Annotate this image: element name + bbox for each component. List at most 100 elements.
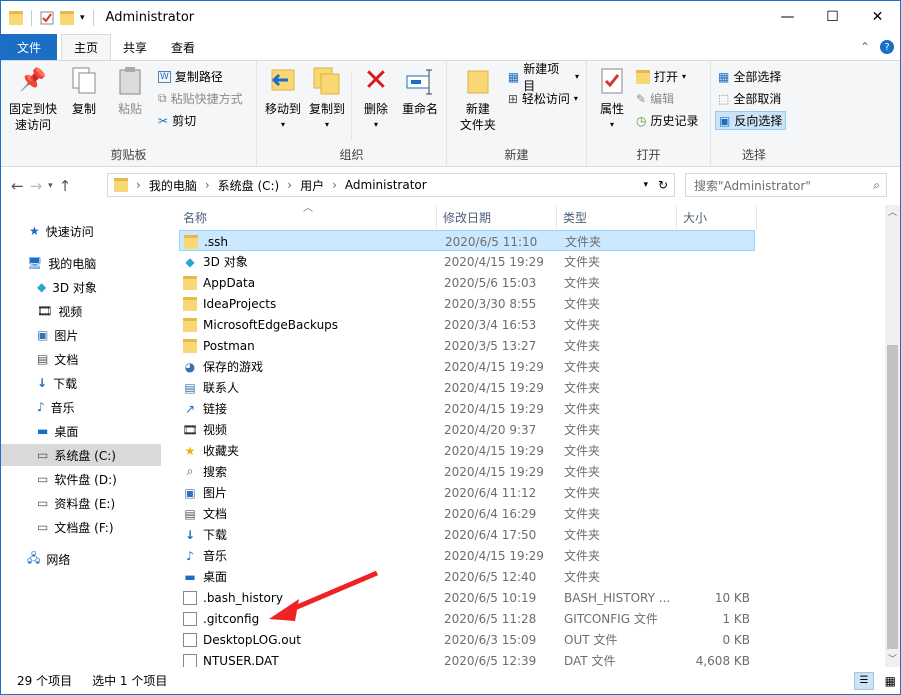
file-row[interactable]: DesktopLOG.out 2020/6/3 15:09 OUT 文件 0 KB: [179, 629, 755, 650]
folder-icon: [183, 317, 197, 332]
tab-view[interactable]: 查看: [159, 34, 207, 60]
sidebar-item-downloads[interactable]: ↓ 下载: [1, 372, 161, 394]
ribbon: 📌 固定到快 速访问 复制 粘贴 W 复制路径 ⧉ 粘贴快捷方式 ✂ 剪切 剪贴板 移…: [1, 60, 900, 167]
paste-shortcut-button[interactable]: ⧉ 粘贴快捷方式: [155, 89, 246, 108]
file-row[interactable]: ★ 收藏夹 2020/4/15 19:29 文件夹: [179, 440, 755, 461]
search-input[interactable]: 搜索"Administrator" ⌕: [685, 173, 887, 197]
sidebar-item-drive-c[interactable]: ▭ 系统盘 (C:): [1, 444, 161, 466]
file-row[interactable]: ♪ 音乐 2020/4/15 19:29 文件夹: [179, 545, 755, 566]
sidebar-item-desktop[interactable]: ▬ 桌面: [1, 420, 161, 442]
file-row[interactable]: IdeaProjects 2020/3/30 8:55 文件夹: [179, 293, 755, 314]
scroll-down-icon[interactable]: ﹀: [888, 652, 897, 665]
folder-icon: [114, 178, 128, 192]
help-icon[interactable]: ?: [880, 40, 894, 54]
up-arrow-icon[interactable]: ↑: [59, 177, 72, 195]
breadcrumb-item[interactable]: Administrator: [345, 178, 427, 192]
collapse-ribbon-icon[interactable]: ⌃: [860, 40, 870, 54]
sidebar-item-pictures[interactable]: ▣ 图片: [1, 324, 161, 346]
tab-file[interactable]: 文件: [1, 34, 57, 60]
file-row[interactable]: ▣ 图片 2020/6/4 11:12 文件夹: [179, 482, 755, 503]
contacts-icon: ▤: [184, 380, 196, 395]
history-button[interactable]: ◷ 历史记录: [633, 111, 702, 130]
file-row[interactable]: ▤ 文档 2020/6/4 16:29 文件夹: [179, 503, 755, 524]
recent-locations-icon[interactable]: ▾: [48, 181, 53, 191]
file-row[interactable]: ↗ 链接 2020/4/15 19:29 文件夹: [179, 398, 755, 419]
network-icon: 🖧: [27, 550, 41, 565]
chevron-down-icon[interactable]: ▾: [80, 13, 85, 23]
file-row[interactable]: ◕ 保存的游戏 2020/4/15 19:29 文件夹: [179, 356, 755, 377]
column-size[interactable]: 大小: [677, 205, 757, 229]
details-view-icon[interactable]: ☰: [854, 671, 874, 690]
file-row[interactable]: MicrosoftEdgeBackups 2020/3/4 16:53 文件夹: [179, 314, 755, 335]
easy-access-button[interactable]: ⊞ 轻松访问 ▾: [505, 89, 582, 108]
file-date: 2020/4/15 19:29: [444, 359, 544, 374]
file-size: [684, 356, 750, 377]
sidebar-item-quick-access[interactable]: ★ 快速访问: [1, 220, 161, 242]
file-size: [684, 503, 750, 524]
vertical-scrollbar[interactable]: ︿ ﹀: [885, 205, 900, 667]
sidebar-item-videos[interactable]: 🎞 视频: [1, 300, 161, 322]
copy-path-icon: W: [158, 70, 171, 83]
back-arrow-icon[interactable]: ←: [11, 177, 24, 195]
column-type[interactable]: 类型: [557, 205, 677, 229]
address-dropdown-icon[interactable]: ▾: [643, 180, 648, 190]
select-all-button[interactable]: ▦ 全部选择: [715, 67, 786, 86]
file-row[interactable]: 🎞 视频 2020/4/20 9:37 文件夹: [179, 419, 755, 440]
file-type: 文件夹: [564, 570, 601, 584]
file-row[interactable]: ⌕ 搜索 2020/4/15 19:29 文件夹: [179, 461, 755, 482]
maximize-button[interactable]: ☐: [810, 1, 855, 33]
file-row[interactable]: ↓ 下载 2020/6/4 17:50 文件夹: [179, 524, 755, 545]
large-icons-view-icon[interactable]: ▦: [885, 674, 896, 688]
file-row[interactable]: Postman 2020/3/5 13:27 文件夹: [179, 335, 755, 356]
minimize-button[interactable]: —: [765, 1, 810, 33]
copy-path-button[interactable]: W 复制路径: [155, 67, 246, 86]
quick-access-toolbar: ▾: [9, 9, 96, 26]
new-item-button[interactable]: ▦ 新建项目 ▾: [505, 62, 582, 93]
folder-icon: [183, 275, 197, 290]
file-type: 文件夹: [564, 297, 601, 311]
forward-arrow-icon[interactable]: →: [30, 177, 43, 195]
sidebar-item-drive-f[interactable]: ▭ 文档盘 (F:): [1, 516, 161, 538]
scroll-up-icon[interactable]: ︿: [888, 205, 897, 218]
sidebar-item-drive-e[interactable]: ▭ 资料盘 (E:): [1, 492, 161, 514]
file-name: 保存的游戏: [203, 360, 264, 374]
breadcrumb-item[interactable]: 系统盘 (C:): [218, 177, 280, 194]
sidebar-item-music[interactable]: ♪ 音乐: [1, 396, 161, 418]
sidebar-item-drive-d[interactable]: ▭ 软件盘 (D:): [1, 468, 161, 490]
cut-button[interactable]: ✂ 剪切: [155, 111, 246, 130]
sidebar-item-3d-objects[interactable]: ◆ 3D 对象: [1, 276, 161, 298]
file-type: 文件夹: [564, 318, 601, 332]
sidebar-item-network[interactable]: 🖧 网络: [1, 548, 161, 570]
file-row[interactable]: .ssh 2020/6/5 11:10 文件夹: [179, 230, 755, 251]
file-row[interactable]: ▤ 联系人 2020/4/15 19:29 文件夹: [179, 377, 755, 398]
address-bar[interactable]: › 我的电脑 › 系统盘 (C:) › 用户 › Administrator ▾…: [107, 173, 675, 197]
file-row[interactable]: ◆ 3D 对象 2020/4/15 19:29 文件夹: [179, 251, 755, 272]
file-row[interactable]: AppData 2020/5/6 15:03 文件夹: [179, 272, 755, 293]
column-name[interactable]: 名称: [177, 205, 437, 229]
tab-home[interactable]: 主页: [61, 34, 112, 60]
file-date: 2020/3/30 8:55: [444, 296, 537, 311]
file-date: 2020/6/5 10:19: [444, 590, 537, 605]
sidebar-item-documents[interactable]: ▤ 文档: [1, 348, 161, 370]
desktop-icon: ▬: [184, 569, 196, 584]
column-date[interactable]: 修改日期: [437, 205, 557, 229]
cube-icon: ◆: [37, 280, 47, 294]
properties-icon[interactable]: [40, 11, 54, 25]
sidebar-item-this-pc[interactable]: 🖥 我的电脑: [1, 252, 161, 274]
tab-share[interactable]: 共享: [111, 34, 159, 60]
edit-button[interactable]: ✎ 编辑: [633, 89, 702, 108]
breadcrumb-item[interactable]: 我的电脑: [149, 177, 197, 194]
open-button[interactable]: 打开 ▾: [633, 67, 702, 86]
file-type: BASH_HISTORY ...: [564, 590, 671, 605]
select-none-button[interactable]: ⬚ 全部取消: [715, 89, 786, 108]
close-button[interactable]: ✕: [855, 1, 900, 33]
invert-selection-button[interactable]: ▣ 反向选择: [715, 111, 787, 130]
folder-icon: [9, 10, 23, 25]
scroll-thumb[interactable]: [887, 345, 898, 649]
new-folder-icon[interactable]: [60, 10, 74, 25]
file-date: 2020/6/5 11:10: [445, 234, 538, 249]
invert-selection-icon: ▣: [719, 113, 731, 128]
refresh-icon[interactable]: ↻: [658, 178, 668, 192]
breadcrumb-item[interactable]: 用户: [300, 177, 324, 194]
file-date: 2020/6/5 12:40: [444, 569, 537, 584]
